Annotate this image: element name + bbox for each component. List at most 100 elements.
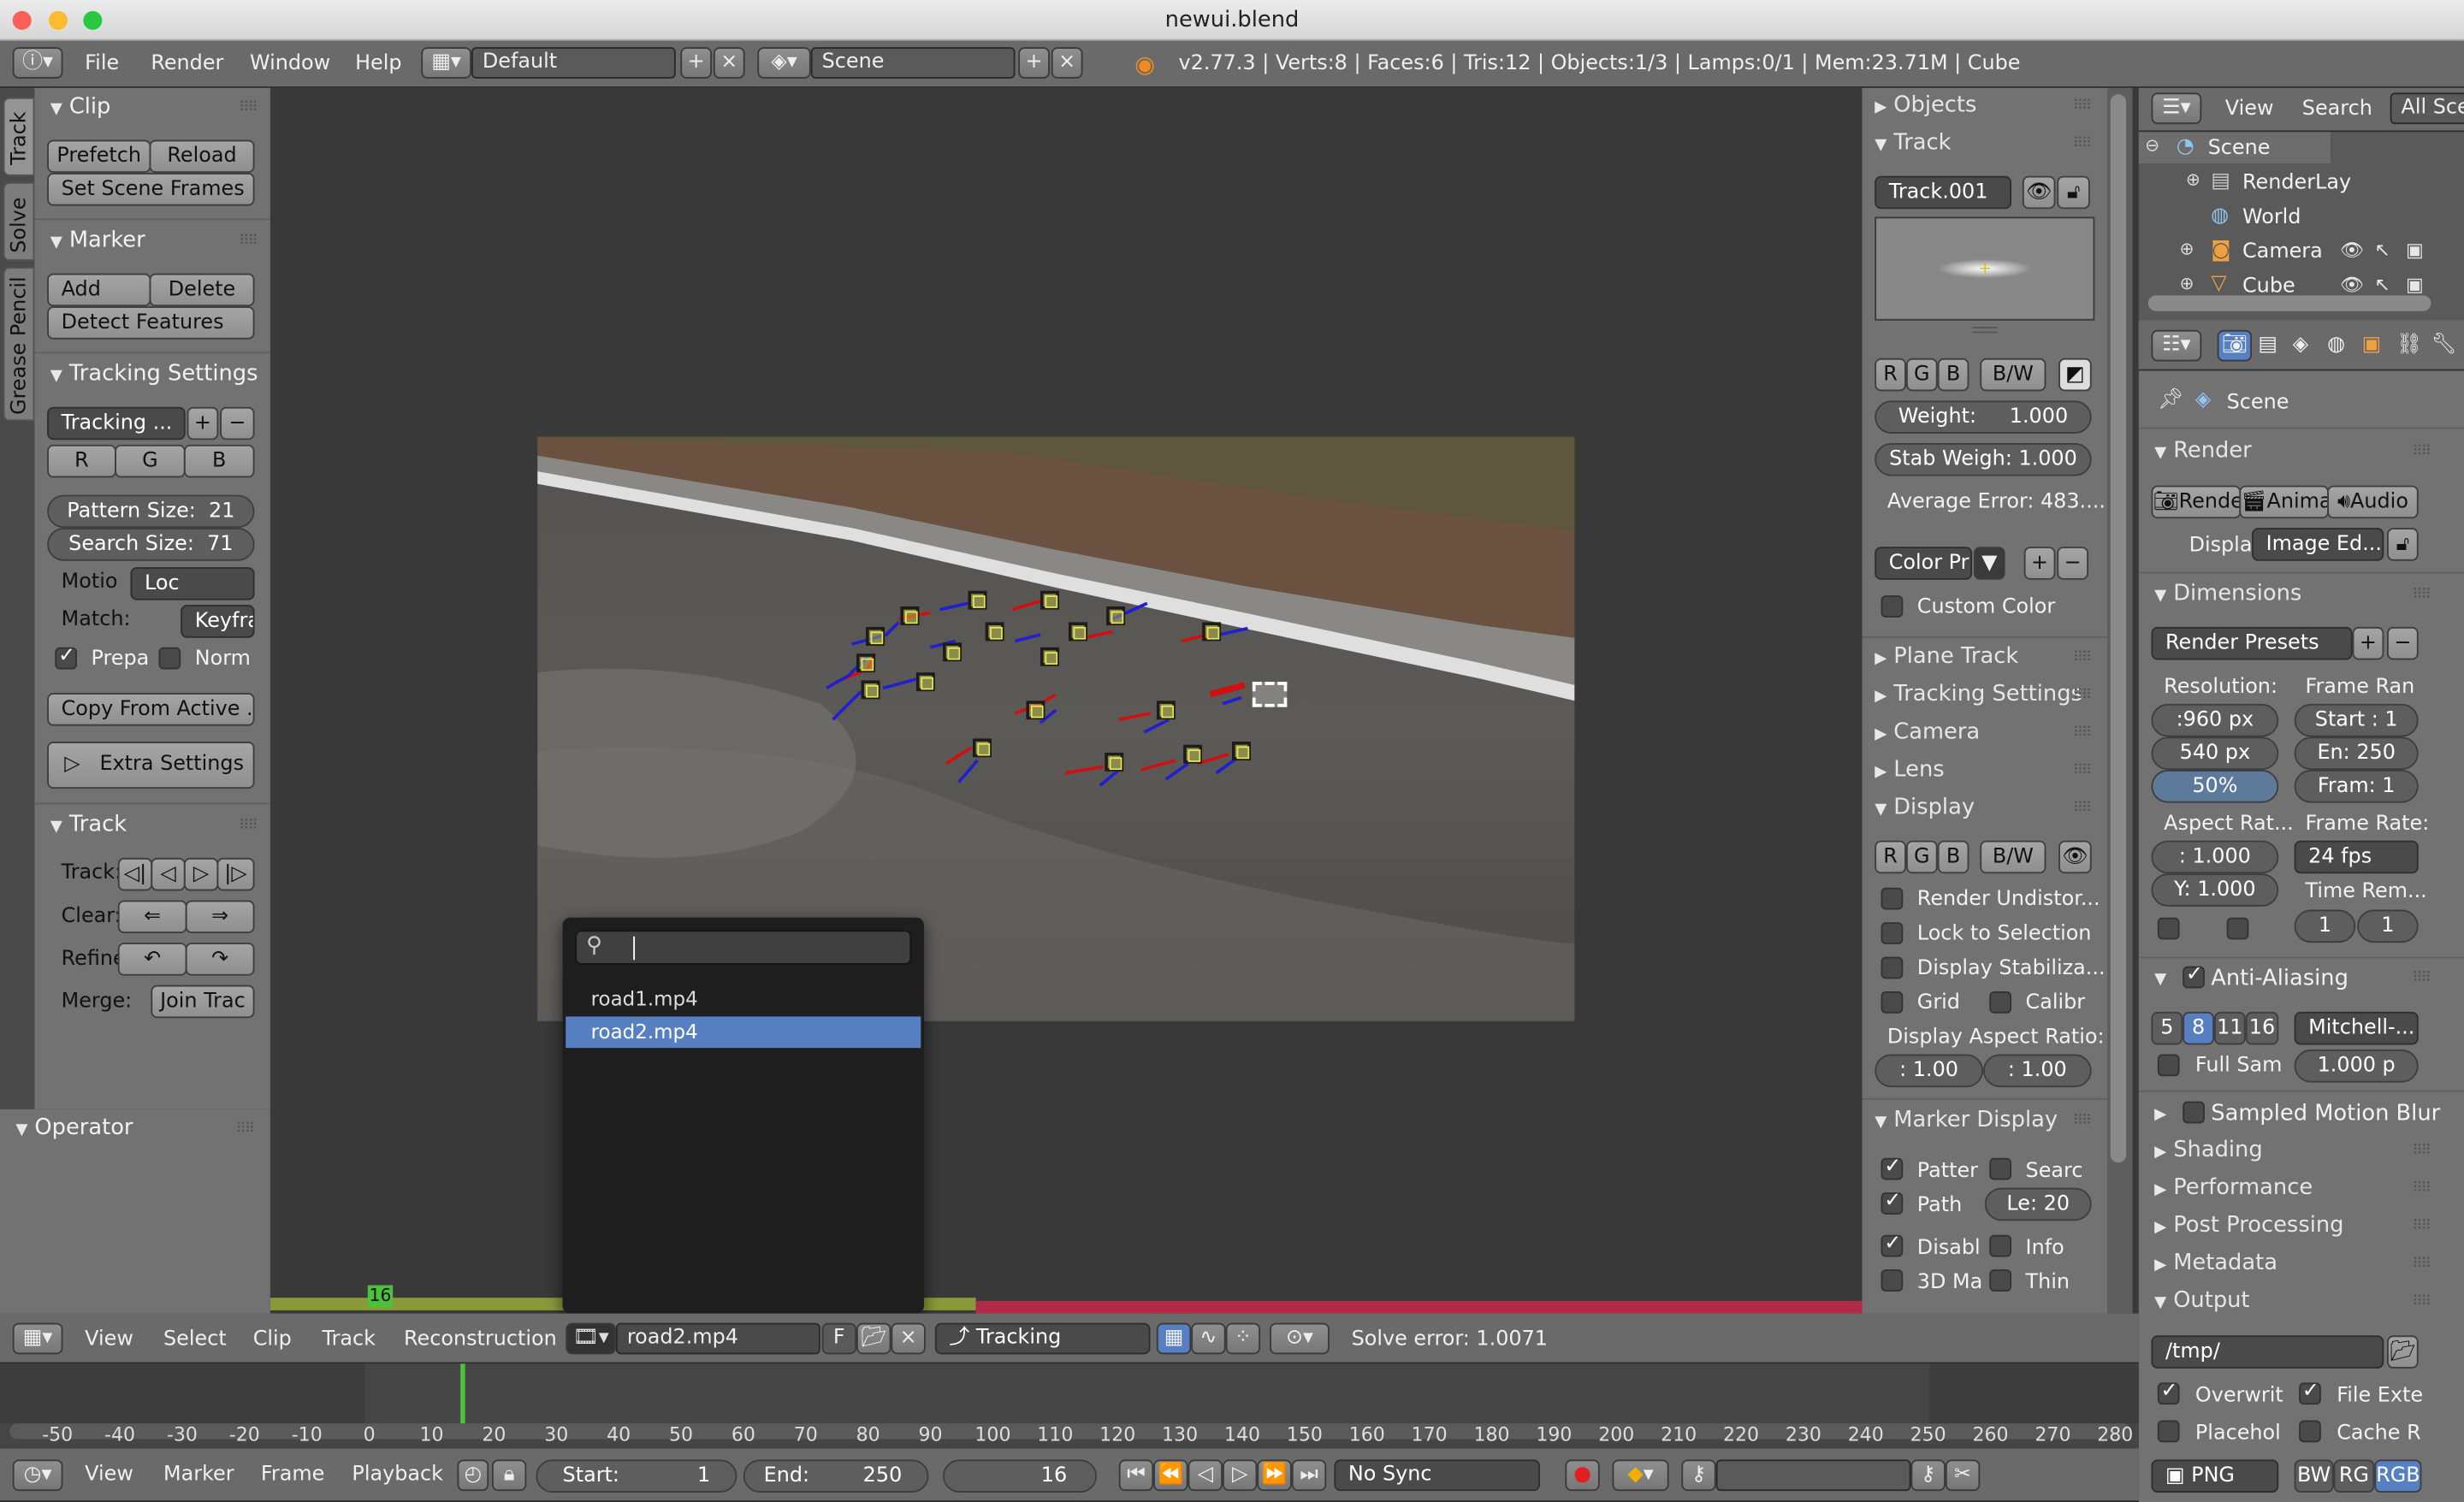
frame-end-field[interactable]: En: 250 [2294,736,2419,771]
track-backward-button[interactable]: ◁ [151,857,186,891]
track-r-toggle[interactable]: R [1875,358,1906,392]
menu-help[interactable]: Help [355,41,401,88]
track-marker[interactable] [1068,622,1088,642]
reload-button[interactable]: Reload [149,139,255,174]
lens-header[interactable]: ▶ Lens [1875,757,1944,782]
render-presets-select[interactable]: Render Presets [2151,626,2353,660]
menu-file[interactable]: File [85,41,119,88]
cache-result-checkbox[interactable] [2299,1420,2321,1443]
camera-header[interactable]: ▶ Camera [1875,719,1980,744]
marker-panel-header[interactable]: ▼ Marker [50,228,145,252]
preset-remove-button[interactable]: − [220,406,255,441]
timeline-menu-view[interactable]: View [85,1449,133,1502]
invert-icon[interactable]: ◩ [2058,358,2092,392]
outliner-search-menu[interactable]: Search [2302,88,2372,132]
motion-model-select[interactable]: Loc [130,567,255,600]
clip-panel-header[interactable]: ▼ Clip [50,94,111,119]
menu-render[interactable]: Render [151,41,223,88]
timeline-menu-frame[interactable]: Frame [261,1449,324,1502]
match-select[interactable]: Keyfra [181,605,255,638]
display-bw-toggle[interactable]: B/W [1980,840,2046,874]
resolution-x-field[interactable]: :960 px [2151,703,2279,737]
clear-after-button[interactable]: ⇒ [185,900,255,934]
channel-b-toggle[interactable]: B [183,444,255,478]
display-header[interactable]: ▼ Display [1875,795,1975,819]
extra-settings-toggle[interactable]: ▷ Extra Settings [47,741,255,789]
search-size-field[interactable]: Search Size: 71 [47,528,255,561]
jump-keyframe-back-icon[interactable]: ⏪ [1153,1459,1188,1492]
track-marker[interactable] [1183,744,1203,764]
lock-selection-checkbox[interactable] [1881,922,1904,944]
crop-checkbox[interactable] [2226,917,2249,940]
stab-weight-field[interactable]: Stab Weigh: 1.000 [1875,442,2092,476]
track-marker[interactable] [915,672,935,692]
visibility-eye-icon[interactable]: 👁 [2340,274,2364,296]
refine-forward-button[interactable]: ↷ [185,943,255,976]
render-camera-icon[interactable]: ▣ [2406,239,2424,261]
zoom-window-button[interactable] [83,10,103,30]
record-icon[interactable]: ● [1565,1459,1600,1492]
editor-type-button[interactable]: ⓘ▾ [12,47,63,79]
operator-panel-header[interactable]: ▼ Operator [15,1115,133,1140]
set-scene-frames-button[interactable]: Set Scene Frames [47,173,255,206]
clip-menu-view[interactable]: View [85,1314,133,1367]
select-arrow-icon[interactable]: ↖ [2374,239,2390,261]
collapse-icon[interactable]: ⊖ [2145,135,2159,156]
aspect-y-field[interactable]: : 1.00 [1982,1054,2092,1088]
clip-menu-clip[interactable]: Clip [253,1314,292,1367]
track-marker[interactable] [866,626,886,646]
clip-search-input[interactable]: ⚲ [575,930,912,965]
resolution-y-field[interactable]: 540 px [2151,736,2279,771]
keying-set-field[interactable] [1715,1459,1911,1492]
prepass-checkbox[interactable] [55,644,77,670]
clip-menu-track[interactable]: Track [323,1314,376,1367]
border-checkbox[interactable] [2157,917,2180,940]
close-window-button[interactable] [12,10,32,30]
pattern-checkbox[interactable] [1881,1155,1904,1180]
scene-tab-icon[interactable]: ◈ [2293,333,2308,357]
track-marker[interactable] [861,680,880,700]
track-marker[interactable] [943,642,962,662]
delete-keyframe-icon[interactable]: ✂ [1945,1459,1981,1492]
color-mode-rgb[interactable]: RGB [2374,1459,2422,1493]
outliner-item-world[interactable]: World [2242,206,2301,230]
frame-step-field[interactable]: Fram: 1 [2294,770,2419,803]
tab-grease-pencil[interactable]: Grease Pencil [3,267,35,422]
keying-set-icon[interactable]: ◆▾ [1612,1459,1669,1492]
lock-icon[interactable]: 🔓︎ [2057,175,2090,210]
motion-blur-checkbox[interactable] [2183,1101,2205,1124]
clip-editor-type[interactable]: ▦▾ [12,1322,63,1355]
object-tab-icon[interactable]: ▣ [2362,333,2382,357]
clip-menu-reconstruction[interactable]: Reconstruction [404,1314,557,1367]
track-panel-header[interactable]: ▼ Track [50,813,127,837]
jump-keyframe-forward-icon[interactable]: ⏩ [1257,1459,1292,1492]
render-image-button[interactable]: 📷︎Rende [2151,485,2242,519]
file-extensions-checkbox[interactable] [2299,1380,2321,1405]
path-length-field[interactable]: Le: 20 [1984,1187,2092,1221]
anti-aliasing-checkbox[interactable] [2183,963,2205,989]
track-marker[interactable] [900,606,920,626]
shading-panel-header[interactable]: ▶ Shading [2154,1138,2263,1162]
outliner-scrollbar[interactable] [2147,295,2431,311]
track-bw-toggle[interactable]: B/W [1980,358,2046,392]
track-marker[interactable] [1231,741,1252,761]
refine-backward-button[interactable]: ↶ [117,943,187,976]
layout-remove-button[interactable]: × [713,47,745,79]
color-preset-select[interactable]: Color Pr [1875,547,1973,580]
aa-samples-5[interactable]: 5 [2151,1011,2183,1045]
aa-samples-16[interactable]: 16 [2245,1011,2279,1045]
scene-remove-button[interactable]: × [1051,47,1083,79]
track-marker[interactable] [1040,647,1059,666]
display-eye-icon[interactable]: 👁 [2058,840,2092,874]
track-name-field[interactable]: Track.001 [1875,175,2012,210]
output-panel-header[interactable]: ▼ Output [2154,1288,2249,1313]
properties-editor-type[interactable]: ☷▾ [2151,329,2202,362]
aspect-x-field[interactable]: : 1.000 [2151,840,2279,874]
track-marker[interactable] [985,622,1004,642]
marker-display-header[interactable]: ▼ Marker Display [1875,1108,2058,1132]
output-path-field[interactable]: /tmp/ [2151,1335,2384,1369]
preset-add-button[interactable]: + [187,406,219,441]
pin-icon[interactable]: 📌︎ [2158,388,2183,412]
timeline-menu-playback[interactable]: Playback [352,1449,443,1502]
weight-field[interactable]: Weight: 1.000 [1875,400,2092,434]
